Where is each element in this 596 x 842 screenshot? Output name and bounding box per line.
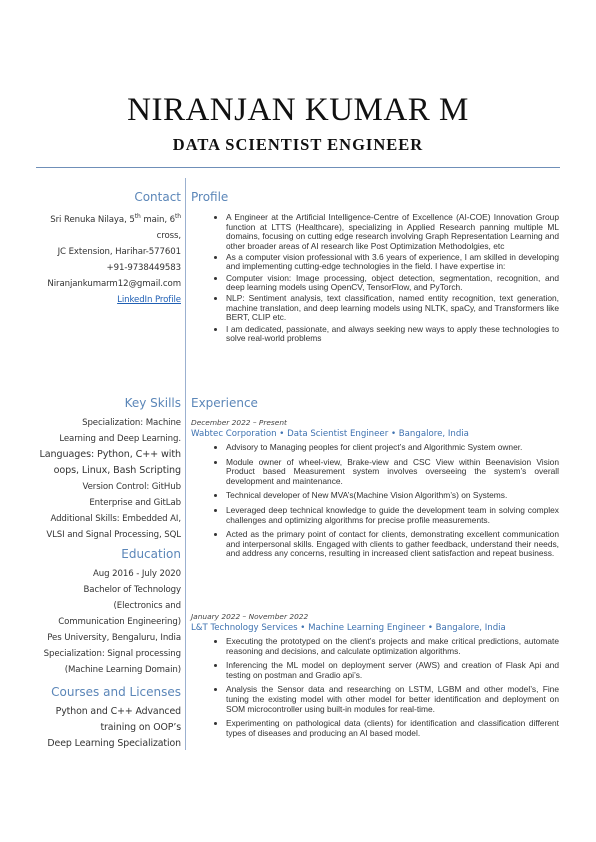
education-heading: Education <box>121 547 181 561</box>
job-role: Wabtec Corporation • Data Scientist Engi… <box>191 429 469 439</box>
resume-header: NIRANJAN KUMAR M DATA SCIENTIST ENGINEER <box>0 92 596 155</box>
address-line-3: JC Extension, Harihar-577601 <box>57 246 181 257</box>
profile-bullet: NLP: Sentiment analysis, text classifica… <box>226 293 559 323</box>
job-date: December 2022 – Present <box>191 418 287 427</box>
education-line: Communication Engineering) <box>58 617 181 627</box>
courses-line: training on OOP’s <box>100 722 181 733</box>
skills-line: Specialization: Machine <box>82 418 181 428</box>
job-bullets: Advisory to Managing peoples for client … <box>191 442 559 559</box>
profile-bullet: As a computer vision professional with 3… <box>226 252 559 272</box>
skills-line: Additional Skills: Embedded AI, <box>50 514 181 524</box>
profile-bullet: Computer vision: Image processing, objec… <box>226 273 559 293</box>
skills-line: Languages: Python, C++ with <box>39 449 182 460</box>
profile-bullet: A Engineer at the Artificial Intelligenc… <box>226 212 559 251</box>
job-bullets: Executing the prototyped on the client’s… <box>191 636 559 738</box>
courses-heading: Courses and Licenses <box>51 685 181 699</box>
profile-bullet: I am dedicated, passionate, and always s… <box>226 324 559 344</box>
address-line-1: Sri Renuka Nilaya, 5th main, 6th <box>50 213 181 225</box>
profile-section: Profile A Engineer at the Artificial Int… <box>191 189 559 345</box>
skills-line: Version Control: GitHub <box>82 482 181 492</box>
linkedin-link[interactable]: LinkedIn Profile <box>117 295 181 305</box>
skills-heading: Key Skills <box>124 396 181 410</box>
job-bullet: Acted as the primary point of contact fo… <box>226 529 559 559</box>
experience-section: Experience December 2022 – Present Wabte… <box>191 395 559 564</box>
header-divider <box>36 167 560 168</box>
address-line-2: cross, <box>156 230 182 241</box>
education-section: Education Aug 2016 - July 2020 Bachelor … <box>36 546 181 678</box>
education-line: Bachelor of Technology <box>83 585 182 595</box>
skills-line: VLSI and Signal Processing, SQL <box>46 530 181 540</box>
email-address[interactable]: Niranjankumarm12@gmail.com <box>36 276 181 292</box>
skills-line: oops, Linux, Bash Scripting <box>53 465 182 476</box>
phone-number: +91-9738449583 <box>106 262 181 273</box>
contact-heading: Contact <box>134 190 181 204</box>
education-line: Pes University, Bengaluru, India <box>47 633 181 643</box>
courses-section: Courses and Licenses Python and C++ Adva… <box>36 684 181 752</box>
job-bullet: Inferencing the ML model on deployment s… <box>226 660 559 680</box>
profile-list: A Engineer at the Artificial Intelligenc… <box>191 212 559 344</box>
job-entry: December 2022 – Present Wabtec Corporati… <box>191 418 559 559</box>
job-title: DATA SCIENTIST ENGINEER <box>172 135 424 154</box>
job-date: January 2022 – November 2022 <box>191 612 309 621</box>
job-bullet: Technical developer of New MVA’s(Machine… <box>226 491 559 501</box>
education-line: (Electronics and <box>113 601 182 611</box>
job-bullet: Leveraged deep technical knowledge to gu… <box>226 505 559 525</box>
experience-heading: Experience <box>191 396 258 410</box>
candidate-name: NIRANJAN KUMAR M <box>127 92 469 128</box>
job-bullet: Analysis the Sensor data and researching… <box>226 685 559 714</box>
contact-section: Contact Sri Renuka Nilaya, 5th main, 6th… <box>36 189 181 308</box>
job-bullet: Advisory to Managing peoples for client … <box>226 442 559 453</box>
education-line: Specialization: Signal processing <box>43 649 181 659</box>
skills-line: Enterprise and GitLab <box>89 498 181 508</box>
education-line: Aug 2016 - July 2020 <box>92 569 181 579</box>
job-entry: January 2022 – November 2022 L&T Technol… <box>191 612 559 743</box>
courses-line: Python and C++ Advanced <box>55 706 181 717</box>
profile-heading: Profile <box>191 190 229 204</box>
courses-line: Deep Learning Specialization <box>47 738 181 749</box>
job-role: L&T Technology Services • Machine Learni… <box>191 623 506 633</box>
column-divider <box>185 178 186 750</box>
skills-section: Key Skills Specialization: Machine Learn… <box>36 395 182 543</box>
job-bullet: Module owner of wheel-view, Brake-view a… <box>226 457 559 487</box>
job-bullet: Executing the prototyped on the client’s… <box>226 636 559 656</box>
skills-line: Learning and Deep Learning. <box>59 434 181 444</box>
job-bullet: Experimenting on pathological data (clie… <box>226 718 559 738</box>
education-line: (Machine Learning Domain) <box>64 665 181 675</box>
